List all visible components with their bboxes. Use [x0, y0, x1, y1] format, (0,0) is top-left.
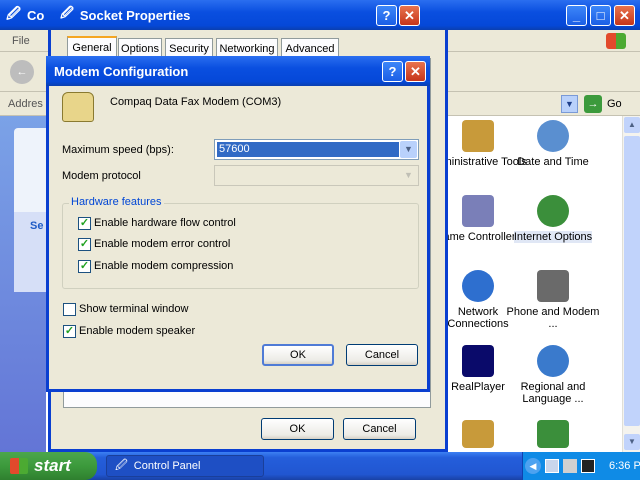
regional-globe-icon [537, 345, 569, 377]
modem-titlebar[interactable]: Modem Configuration [46, 56, 430, 86]
cp-item-partial-1 [462, 420, 494, 448]
tab-advanced[interactable]: Advanced [281, 38, 339, 58]
taskbar: start 🖉 Control Panel ◀ 6:36 PM [0, 452, 640, 480]
socket-title: Socket Properties [79, 7, 191, 23]
speaker-label[interactable]: Enable modem speaker [79, 325, 195, 337]
modem-protocol-select: ▼ [214, 165, 419, 186]
windows-logo-icon [606, 33, 626, 49]
system-tray: ◀ 6:36 PM [522, 452, 640, 480]
modem-device-name: Compaq Data Fax Modem (COM3) [110, 96, 282, 108]
task-control-panel-label: Control Panel [133, 460, 201, 472]
hw-error-checkbox[interactable]: ✓ [78, 238, 91, 251]
hw-flow-checkbox[interactable]: ✓ [78, 217, 91, 230]
network-globe-icon [462, 270, 494, 302]
control-panel-icon: 🖉 [6, 5, 21, 21]
socket-close-button[interactable]: ✕ [399, 5, 420, 26]
max-speed-dropdown-icon[interactable]: ▼ [400, 141, 417, 158]
minimize-button[interactable]: _ [566, 5, 587, 26]
modem-title: Modem Configuration [54, 63, 189, 79]
clock-icon [537, 120, 569, 152]
cp-item-partial-2 [537, 420, 569, 448]
modem-protocol-label: Modem protocol [62, 170, 141, 182]
hw-error-label[interactable]: Enable modem error control [94, 238, 230, 250]
back-icon[interactable]: ← [10, 60, 34, 84]
menu-file[interactable]: File [12, 35, 30, 47]
modem-cancel-button[interactable]: Cancel [346, 344, 418, 366]
max-speed-selected: 57600 [217, 142, 399, 157]
modem-config-window: Modem Configuration ? ✕ Compaq Data Fax … [46, 56, 430, 392]
scroll-up-icon[interactable]: ▲ [624, 117, 640, 133]
phone-icon [537, 270, 569, 302]
socket-cancel-button[interactable]: Cancel [343, 418, 416, 440]
tray-expand-icon[interactable]: ◀ [525, 458, 541, 474]
socket-icon: 🖉 [60, 5, 74, 20]
modem-close-button[interactable]: ✕ [405, 61, 426, 82]
tab-general[interactable]: General [67, 36, 117, 58]
scroll-thumb[interactable] [624, 136, 640, 426]
gamepad-icon [462, 195, 494, 227]
start-button[interactable]: start [0, 452, 97, 480]
go-arrow-icon[interactable]: → [584, 95, 602, 113]
close-button[interactable]: ✕ [614, 5, 635, 26]
side-task-box [14, 128, 46, 220]
task-control-panel-icon: 🖉 [115, 457, 128, 472]
scroll-down-icon[interactable]: ▼ [624, 434, 640, 450]
address-label: Addres [8, 98, 43, 110]
terminal-checkbox[interactable] [63, 303, 76, 316]
tray-clock[interactable]: 6:36 PM [609, 460, 640, 472]
go-label[interactable]: Go [607, 98, 622, 110]
speaker-checkbox[interactable]: ✓ [63, 325, 76, 338]
side-panel: Se [0, 116, 46, 452]
maximize-button[interactable]: □ [590, 5, 611, 26]
modem-ok-button[interactable]: OK [262, 344, 334, 366]
hw-compress-checkbox[interactable]: ✓ [78, 260, 91, 273]
admin-tools-icon [462, 120, 494, 152]
side-label: Se [30, 220, 44, 232]
modem-phone-icon [62, 92, 94, 122]
cp-item-phone-modem[interactable]: Phone and Modem ... [503, 270, 603, 330]
tab-options[interactable]: Options [118, 38, 162, 58]
address-dropdown-icon[interactable]: ▼ [561, 95, 578, 113]
windows-flag-icon [10, 458, 28, 474]
tab-networking[interactable]: Networking [216, 38, 278, 58]
internet-globe-icon [537, 195, 569, 227]
tray-network-icon[interactable] [545, 459, 559, 473]
terminal-label[interactable]: Show terminal window [79, 303, 188, 315]
start-label: start [34, 456, 71, 475]
realplayer-icon [462, 345, 494, 377]
hw-flow-label[interactable]: Enable hardware flow control [94, 217, 236, 229]
max-speed-label: Maximum speed (bps): [62, 144, 174, 156]
socket-help-button[interactable]: ? [376, 5, 397, 26]
tray-volume-icon[interactable] [563, 459, 577, 473]
control-panel-title: Co [26, 7, 45, 23]
cp-item-internet-options[interactable]: Internet Options [503, 195, 603, 243]
scrollbar[interactable]: ▲ ▼ [622, 116, 640, 452]
cp-item-regional-language[interactable]: Regional and Language ... [503, 345, 603, 405]
modem-protocol-dropdown-icon: ▼ [404, 170, 413, 180]
taskbar-task-control-panel[interactable]: 🖉 Control Panel [106, 455, 264, 477]
tray-modem-icon[interactable] [581, 459, 595, 473]
cp-item-date-time[interactable]: Date and Time [503, 120, 603, 168]
socket-ok-button[interactable]: OK [261, 418, 334, 440]
hw-compress-label[interactable]: Enable modem compression [94, 260, 233, 272]
hardware-features-label: Hardware features [69, 196, 164, 208]
max-speed-select[interactable]: 57600 ▼ [214, 139, 419, 160]
modem-help-button[interactable]: ? [382, 61, 403, 82]
tab-security[interactable]: Security [165, 38, 213, 58]
